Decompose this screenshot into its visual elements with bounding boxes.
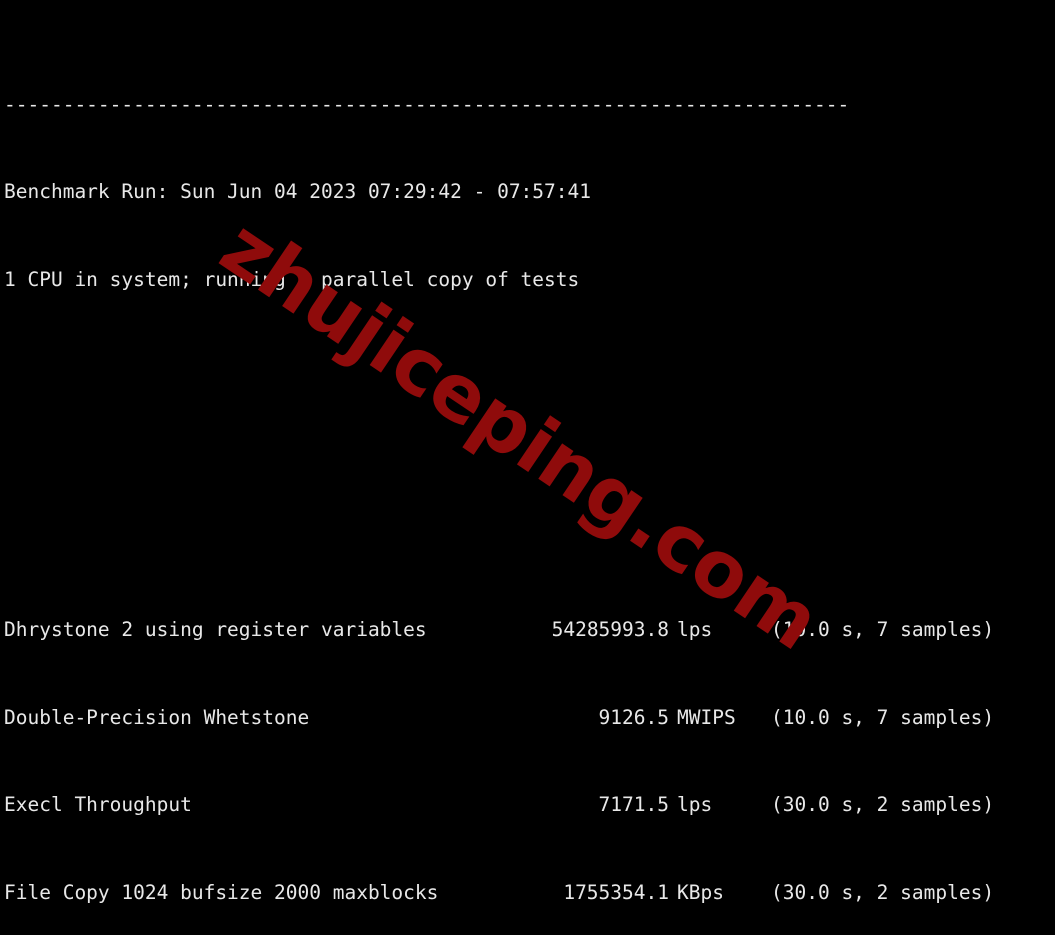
raw-result-samples: (10.0 s, 7 samples) bbox=[771, 618, 995, 642]
benchmark-run-line: Benchmark Run: Sun Jun 04 2023 07:29:42 … bbox=[4, 180, 591, 204]
raw-result-samples: (10.0 s, 7 samples) bbox=[771, 705, 995, 729]
raw-result-value: 7171.5 bbox=[598, 793, 669, 817]
raw-result-label: Double-Precision Whetstone bbox=[4, 705, 310, 729]
cpu-info-line: 1 CPU in system; running 1 parallel copy… bbox=[4, 267, 580, 291]
raw-result-label: File Copy 1024 bufsize 2000 maxblocks bbox=[4, 880, 439, 904]
raw-result-row: Double-Precision Whetstone 9126.5 MWIPS … bbox=[4, 703, 1055, 732]
raw-result-samples: (30.0 s, 2 samples) bbox=[771, 880, 995, 904]
raw-result-row: Dhrystone 2 using register variables 542… bbox=[4, 615, 1055, 644]
raw-result-unit: lps bbox=[677, 618, 713, 642]
raw-result-samples: (30.0 s, 2 samples) bbox=[771, 793, 995, 817]
raw-result-unit: lps bbox=[677, 793, 713, 817]
raw-result-value: 9126.5 bbox=[598, 705, 669, 729]
separator-line-top: ----------------------------------------… bbox=[4, 92, 850, 116]
raw-result-label: Dhrystone 2 using register variables bbox=[4, 618, 427, 642]
raw-result-row: File Copy 1024 bufsize 2000 maxblocks 17… bbox=[4, 878, 1055, 907]
raw-result-label: Execl Throughput bbox=[4, 793, 192, 817]
raw-result-row: Execl Throughput 7171.5 lps (30.0 s, 2 s… bbox=[4, 790, 1055, 819]
terminal-output: ----------------------------------------… bbox=[0, 0, 1055, 935]
raw-result-unit: MWIPS bbox=[677, 705, 736, 729]
raw-result-value: 1755354.1 bbox=[563, 880, 669, 904]
raw-result-unit: KBps bbox=[677, 880, 724, 904]
raw-result-value: 54285993.8 bbox=[551, 618, 669, 642]
terminal-window: zhujiceping.com ------------------------… bbox=[0, 0, 1055, 935]
